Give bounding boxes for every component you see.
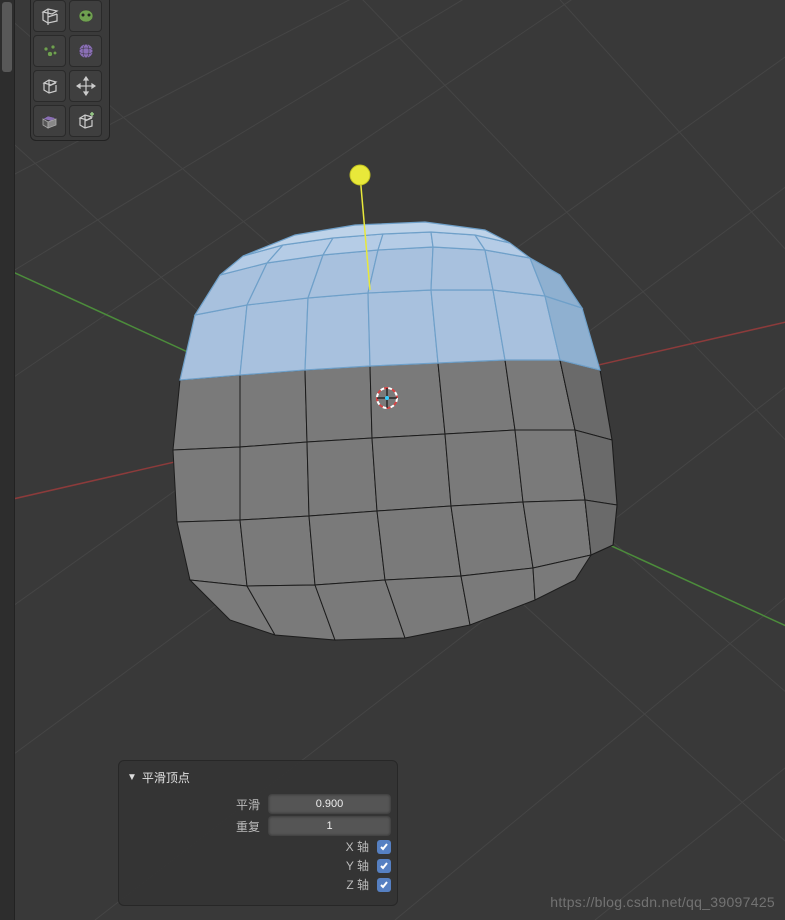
watermark-text: https://blog.csdn.net/qq_39097425 — [550, 894, 775, 910]
scrollbar-thumb[interactable] — [2, 2, 12, 72]
smoothing-field[interactable]: 0.900 — [268, 794, 391, 814]
metaball-icon[interactable] — [33, 35, 66, 67]
monkey-head-icon[interactable] — [69, 0, 102, 32]
cube-wire-icon[interactable] — [33, 0, 66, 32]
tool-panel — [30, 0, 110, 141]
smoothing-label: 平滑 — [125, 796, 268, 813]
operator-panel: ▼ 平滑顶点 平滑 0.900 重复 1 X 轴 Y 轴 Z 轴 — [118, 760, 398, 906]
mesh-object — [173, 222, 617, 640]
operator-panel-header[interactable]: ▼ 平滑顶点 — [125, 767, 391, 792]
axis-move-icon[interactable] — [69, 70, 102, 102]
viewport-scrollbar[interactable] — [0, 0, 15, 920]
uv-sphere-icon[interactable] — [69, 35, 102, 67]
cube-extrude-icon[interactable] — [33, 105, 66, 137]
z-axis-label: Z 轴 — [125, 876, 377, 893]
disclosure-triangle-icon: ▼ — [127, 772, 137, 783]
x-axis-label: X 轴 — [125, 838, 377, 855]
x-axis-checkbox[interactable] — [377, 840, 391, 854]
z-axis-checkbox[interactable] — [377, 878, 391, 892]
y-axis-checkbox[interactable] — [377, 859, 391, 873]
repeat-label: 重复 — [125, 818, 268, 835]
repeat-field[interactable]: 1 — [268, 816, 391, 836]
3d-cursor — [377, 388, 397, 408]
operator-title: 平滑顶点 — [142, 769, 190, 786]
cube-outline-icon[interactable] — [33, 70, 66, 102]
cube-add-icon[interactable] — [69, 105, 102, 137]
y-axis-label: Y 轴 — [125, 857, 377, 874]
